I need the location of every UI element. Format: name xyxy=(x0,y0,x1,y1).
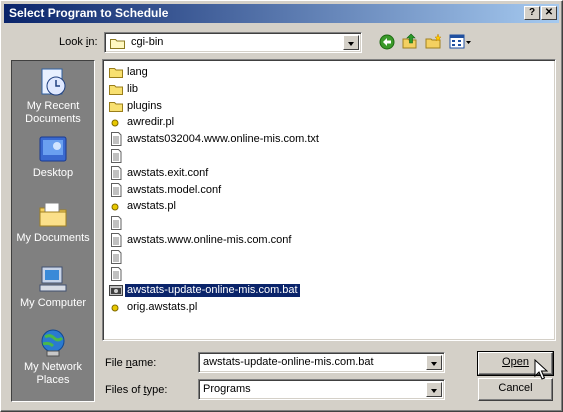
file-item-name: awstats.www.online-mis.com.conf xyxy=(127,234,292,246)
file-name-value: awstats-update-online-mis.com.bat xyxy=(203,356,374,368)
place-my-network-places[interactable]: My Network Places xyxy=(12,327,94,387)
view-menu-icon[interactable] xyxy=(449,34,473,50)
mouse-pointer-icon xyxy=(534,359,548,380)
chevron-down-icon[interactable] xyxy=(426,382,442,397)
file-name-label: File name: xyxy=(105,357,157,369)
place-label: Desktop xyxy=(32,167,74,179)
chevron-down-icon[interactable] xyxy=(426,355,442,370)
script-file-icon xyxy=(108,299,124,318)
place-my-computer[interactable]: My Computer xyxy=(12,263,94,310)
file-item-name: awredir.pl xyxy=(127,116,175,129)
my-computer-icon xyxy=(39,266,67,292)
my-documents-icon xyxy=(39,202,67,227)
place-label: My Documents xyxy=(16,232,90,244)
look-in-label: Look in: xyxy=(59,36,98,48)
folder-icon xyxy=(110,39,125,49)
open-button-label: Open xyxy=(502,356,529,368)
help-button[interactable]: ? xyxy=(524,6,540,20)
file-item-name: awstats.exit.conf xyxy=(127,166,209,179)
files-of-type-label: Files of type: xyxy=(105,384,168,396)
dialog-title: Select Program to Schedule xyxy=(9,6,169,20)
desktop-icon xyxy=(39,136,67,162)
network-places-icon xyxy=(41,329,65,357)
back-icon[interactable] xyxy=(379,34,395,50)
place-my-recent-documents[interactable]: My Recent Documents xyxy=(12,66,94,126)
file-item-name: awstats.model.conf xyxy=(127,183,222,196)
place-desktop[interactable]: Desktop xyxy=(12,133,94,180)
places-bar: My Recent Documents Desktop My Documents xyxy=(11,60,95,402)
select-program-dialog: Select Program to Schedule ? ✕ Look in: … xyxy=(0,0,563,412)
cancel-button-label: Cancel xyxy=(498,382,533,394)
files-of-type-value: Programs xyxy=(203,383,251,395)
files-of-type-dropdown[interactable]: Programs xyxy=(198,379,445,400)
look-in-dropdown[interactable]: cgi-bin xyxy=(104,32,362,53)
file-name-field[interactable]: awstats-update-online-mis.com.bat xyxy=(198,352,445,373)
file-item-name: orig.awstats.pl xyxy=(127,301,198,314)
title-bar[interactable]: Select Program to Schedule ? ✕ xyxy=(4,4,559,23)
file-item-name: lib xyxy=(127,82,139,95)
look-in-value: cgi-bin xyxy=(131,36,164,48)
file-item-name: awstats-update-online-mis.com.bat xyxy=(124,283,301,299)
place-label: My Network Places xyxy=(23,361,83,386)
file-item-name: awstats.pl xyxy=(127,200,176,213)
up-folder-icon[interactable] xyxy=(402,33,419,50)
chevron-down-icon[interactable] xyxy=(343,35,359,50)
file-list[interactable]: lang lib plugins awredir.pl awstats032004.ww… xyxy=(102,59,556,341)
recent-documents-icon xyxy=(41,68,66,96)
file-item-name: lang xyxy=(127,66,148,78)
place-label: My Computer xyxy=(19,297,87,309)
cancel-button[interactable]: Cancel xyxy=(478,378,553,401)
close-button[interactable]: ✕ xyxy=(541,6,557,20)
place-my-documents[interactable]: My Documents xyxy=(12,198,94,245)
new-folder-icon[interactable] xyxy=(425,33,442,50)
file-item-name: plugins xyxy=(127,99,162,112)
place-label: My Recent Documents xyxy=(25,100,81,125)
file-item-name: awstats032004.www.online-mis.com.txt xyxy=(127,133,319,146)
